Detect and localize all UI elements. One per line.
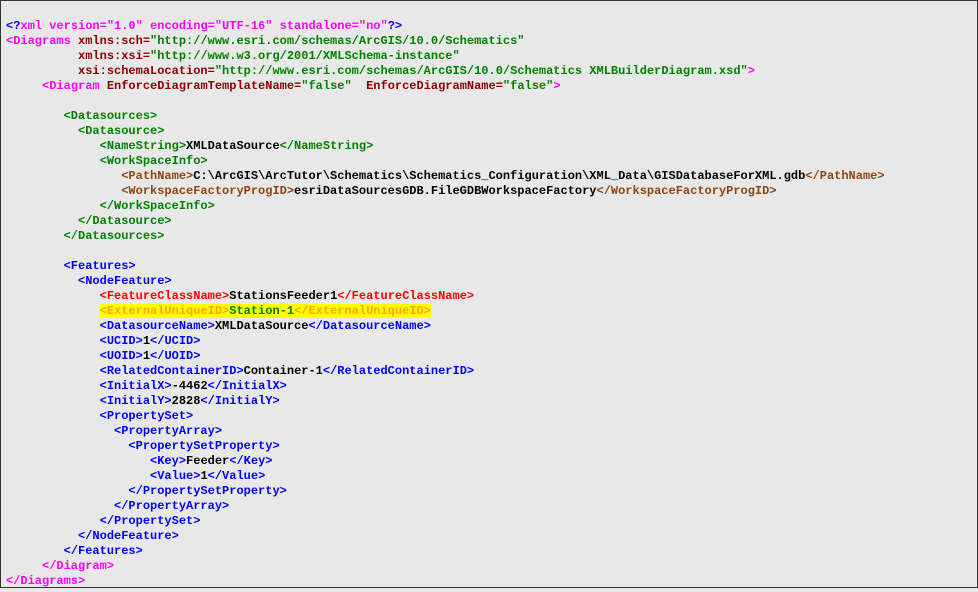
initialy-open: <InitialY> [100, 394, 172, 408]
diagrams-ns1: "http://www.esri.com/schemas/ArcGIS/10.0… [150, 34, 524, 48]
propertyarray-close: </PropertyArray> [6, 499, 229, 513]
relatedcontainerid-close: </RelatedContainerID> [323, 364, 474, 378]
datasourcename-open: <DatasourceName> [100, 319, 215, 333]
diagrams-attr3: xsi:schemaLocation= [6, 64, 215, 78]
wfprogid-open: <WorkspaceFactoryProgID> [121, 184, 294, 198]
xml-decl-name: xml [20, 19, 42, 33]
relatedcontainerid-value: Container-1 [244, 364, 323, 378]
datasource-open: <Datasource> [6, 124, 164, 138]
relatedcontainerid-open: <RelatedContainerID> [100, 364, 244, 378]
initialx-close: </InitialX> [208, 379, 287, 393]
diagram-attr1: EnforceDiagramTemplateName= [100, 79, 302, 93]
featureclassname-close: </FeatureClassName> [337, 289, 474, 303]
value-open: <Value> [150, 469, 200, 483]
datasource-close: </Datasource> [6, 214, 172, 228]
xml-decl-suffix: ?> [388, 19, 402, 33]
uoid-open: <UOID> [100, 349, 143, 363]
pathname-open: <PathName> [121, 169, 193, 183]
datasources-open: <Datasources> [6, 109, 157, 123]
diagram-val1: "false" [301, 79, 351, 93]
featureclassname-open: <FeatureClassName> [100, 289, 230, 303]
ucid-value: 1 [143, 334, 150, 348]
diagrams-close-tag: </Diagrams> [6, 574, 85, 588]
xml-code-block: <?xml version="1.0" encoding="UTF-16" st… [1, 1, 977, 592]
xml-decl-prefix: <? [6, 19, 20, 33]
diagrams-schema: "http://www.esri.com/schemas/ArcGIS/10.0… [215, 64, 748, 78]
externaluniqueid-close: </ExternalUniqueID> [294, 304, 431, 318]
nodefeature-close: </NodeFeature> [6, 529, 179, 543]
uoid-value: 1 [143, 349, 150, 363]
ucid-open: <UCID> [100, 334, 143, 348]
pathname-close: </PathName> [805, 169, 884, 183]
propertyset-open: <PropertySet> [6, 409, 193, 423]
initialy-close: </InitialY> [200, 394, 279, 408]
wfprogid-value: esriDataSourcesGDB.FileGDBWorkspaceFacto… [294, 184, 596, 198]
diagrams-ns2: "http://www.w3.org/2001/XMLSchema-instan… [150, 49, 460, 63]
propertyarray-open: <PropertyArray> [6, 424, 222, 438]
diagrams-attr1: xmlns:sch= [71, 34, 150, 48]
value-value: 1 [200, 469, 207, 483]
uoid-close: </UOID> [150, 349, 200, 363]
ucid-close: </UCID> [150, 334, 200, 348]
wfprogid-close: </WorkspaceFactoryProgID> [597, 184, 777, 198]
initialx-value: -4462 [172, 379, 208, 393]
diagram-attr2: EnforceDiagramName= [352, 79, 503, 93]
propertysetproperty-open: <PropertySetProperty> [6, 439, 280, 453]
initialy-value: 2828 [172, 394, 201, 408]
datasources-close: </Datasources> [6, 229, 164, 243]
propertysetproperty-close: </PropertySetProperty> [6, 484, 287, 498]
diagram-close-bracket: > [553, 79, 560, 93]
externaluniqueid-value: Station-1 [229, 304, 294, 318]
nodefeature-open: <NodeFeature> [6, 274, 172, 288]
datasourcename-value: XMLDataSource [215, 319, 309, 333]
featureclassname-value: StationsFeeder1 [229, 289, 337, 303]
diagrams-open: <Diagrams [6, 34, 71, 48]
propertyset-close: </PropertySet> [6, 514, 200, 528]
features-close: </Features> [6, 544, 143, 558]
key-close: </Key> [229, 454, 272, 468]
diagrams-close-bracket: > [748, 64, 755, 78]
key-value: Feeder [186, 454, 229, 468]
diagrams-attr2: xmlns:xsi= [6, 49, 150, 63]
workspaceinfo-open: <WorkSpaceInfo> [6, 154, 208, 168]
workspaceinfo-close: </WorkSpaceInfo> [6, 199, 215, 213]
features-open: <Features> [6, 259, 136, 273]
namestring-open: <NameString> [6, 139, 186, 153]
key-open: <Key> [150, 454, 186, 468]
externaluniqueid-open: <ExternalUniqueID> [100, 304, 230, 318]
diagram-val2: "false" [503, 79, 553, 93]
xml-decl-attrs: version="1.0" encoding="UTF-16" standalo… [49, 19, 387, 33]
namestring-close: </NameString> [280, 139, 374, 153]
diagram-open: <Diagram [42, 79, 100, 93]
datasourcename-close: </DatasourceName> [308, 319, 430, 333]
diagram-close-tag: </Diagram> [6, 559, 114, 573]
initialx-open: <InitialX> [100, 379, 172, 393]
pathname-value: C:\ArcGIS\ArcTutor\Schematics\Schematics… [193, 169, 805, 183]
namestring-value: XMLDataSource [186, 139, 280, 153]
value-close: </Value> [208, 469, 266, 483]
